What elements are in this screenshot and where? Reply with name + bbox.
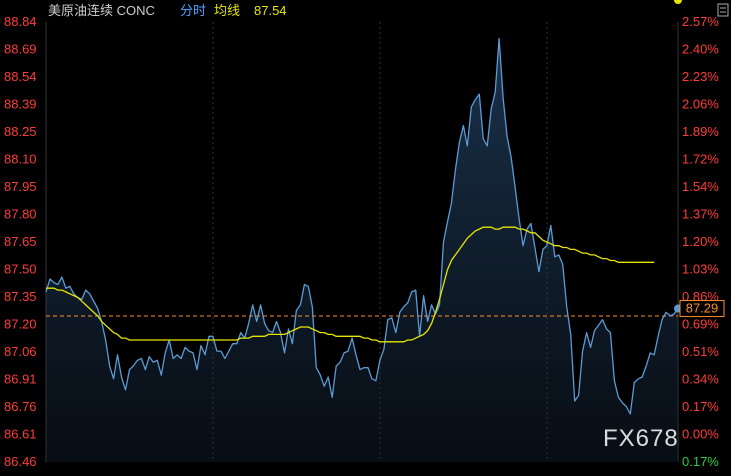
right-axis-tick-label: 0.00% — [682, 427, 719, 442]
left-axis-tick-label: 87.80 — [4, 207, 37, 222]
chart-svg: 88.84 88.69 88.54 88.39 88.25 88.10 87.95 87.80… — [0, 0, 731, 471]
right-axis-tick-label: 0.17% — [682, 454, 719, 469]
right-axis-tick-label: 2.23% — [682, 69, 719, 84]
left-axis-tick-label: 86.61 — [4, 427, 37, 442]
left-price-axis: 88.84 88.69 88.54 88.39 88.25 88.10 87.95 87.80… — [4, 14, 37, 469]
right-axis-tick-label: 2.06% — [682, 97, 719, 112]
right-axis-tick-label: 1.37% — [682, 207, 719, 222]
right-axis-tick-label: 1.89% — [682, 124, 719, 139]
timeshare-mode-label[interactable]: 分时 — [180, 3, 206, 18]
right-axis-tick-label: 2.40% — [682, 42, 719, 57]
right-percent-axis: 2.57% 2.40% 2.23% 2.06% 1.89% 1.72% 1.54% 1.37%… — [682, 14, 719, 469]
left-axis-tick-label: 88.10 — [4, 152, 37, 167]
intraday-chart: 88.84 88.69 88.54 88.39 88.25 88.10 87.95 87.80… — [0, 0, 731, 471]
average-line-label: 均线 — [214, 3, 240, 18]
left-axis-tick-label: 88.25 — [4, 124, 37, 139]
left-axis-tick-label: 86.46 — [4, 454, 37, 469]
left-axis-tick-label: 88.54 — [4, 69, 37, 84]
watermark-text: FX678 — [603, 425, 679, 452]
left-axis-tick-label: 88.39 — [4, 97, 37, 112]
right-axis-tick-label: 0.34% — [682, 372, 719, 387]
instrument-title: 美原油连续 CONC — [48, 3, 155, 18]
right-axis-tick-label: 1.54% — [682, 179, 719, 194]
left-axis-tick-label: 87.20 — [4, 317, 37, 332]
right-axis-tick-label: 2.57% — [682, 14, 719, 29]
left-axis-tick-label: 87.65 — [4, 234, 37, 249]
left-axis-tick-label: 87.35 — [4, 289, 37, 304]
right-axis-tick-label: 1.03% — [682, 262, 719, 277]
right-axis-tick-label: 0.17% — [682, 399, 719, 414]
average-line-value: 87.54 — [254, 3, 287, 18]
right-axis-tick-label: 1.20% — [682, 234, 719, 249]
left-axis-tick-label: 87.50 — [4, 262, 37, 277]
right-axis-tick-label: 0.51% — [682, 344, 719, 359]
last-price-tag: 87.29 — [679, 300, 725, 318]
left-axis-tick-label: 88.69 — [4, 42, 37, 57]
last-price-label: 87.29 — [686, 301, 719, 316]
left-axis-tick-label: 86.76 — [4, 399, 37, 414]
left-axis-tick-label: 88.84 — [4, 14, 37, 29]
left-axis-tick-label: 87.95 — [4, 179, 37, 194]
right-axis-tick-label: 1.72% — [682, 152, 719, 167]
left-axis-tick-label: 86.91 — [4, 372, 37, 387]
left-axis-tick-label: 87.06 — [4, 344, 37, 359]
right-axis-tick-label: 0.69% — [682, 317, 719, 332]
